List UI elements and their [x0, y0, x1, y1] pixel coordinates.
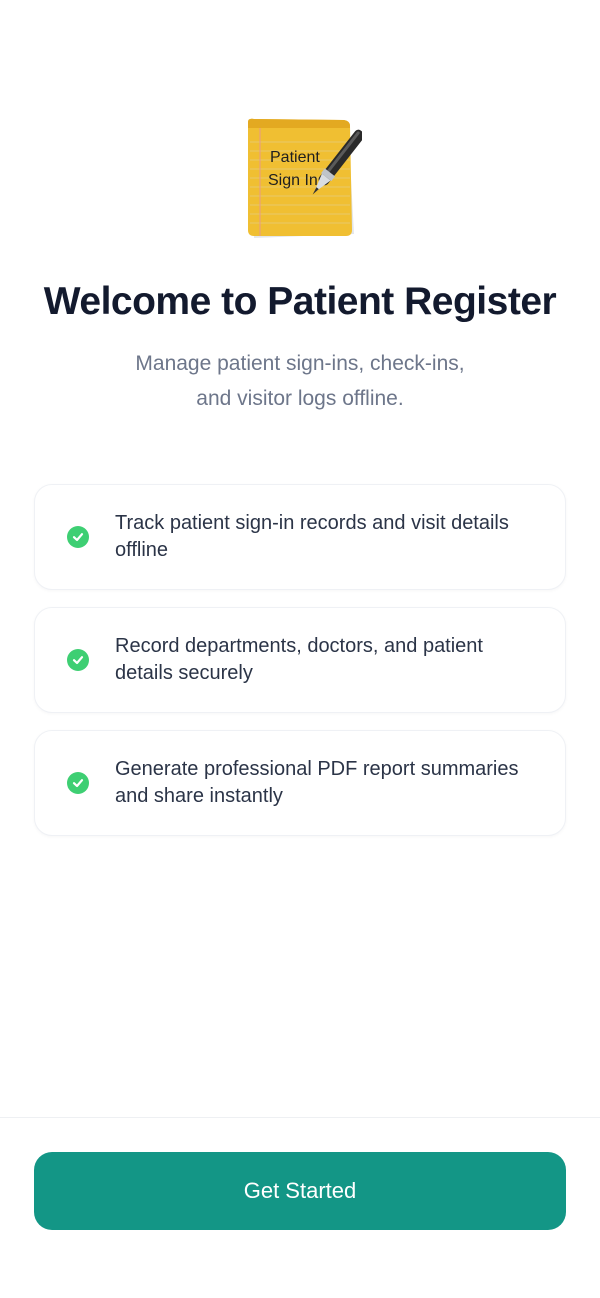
- feature-list: Track patient sign-in records and visit …: [34, 484, 566, 853]
- check-circle-icon: [67, 649, 89, 671]
- feature-text: Track patient sign-in records and visit …: [115, 512, 509, 561]
- check-circle-icon: [67, 772, 89, 794]
- svg-text:Sign In: Sign In: [268, 172, 318, 189]
- get-started-button[interactable]: Get Started: [34, 1152, 566, 1230]
- feature-text: Record departments, doctors, and patient…: [115, 635, 483, 684]
- subtitle-line-2: and visitor logs offline.: [196, 387, 404, 410]
- feature-text: Generate professional PDF report summari…: [115, 758, 519, 807]
- welcome-subtitle: Manage patient sign-ins, check-ins, and …: [90, 346, 510, 416]
- feature-card-offline-records: Track patient sign-in records and visit …: [34, 484, 566, 590]
- welcome-title: Welcome to Patient Register: [43, 280, 557, 323]
- app-logo-icon: Patient Sign In: [244, 118, 362, 242]
- footer-divider: [0, 1117, 600, 1118]
- notepad-pen-icon: Patient Sign In: [248, 118, 362, 238]
- subtitle-line-1: Manage patient sign-ins, check-ins,: [135, 352, 465, 375]
- feature-card-pdf-reports: Generate professional PDF report summari…: [34, 730, 566, 836]
- feature-card-secure-details: Record departments, doctors, and patient…: [34, 607, 566, 713]
- check-circle-icon: [67, 526, 89, 548]
- welcome-screen: Patient Sign In Welcome to Patient Regis…: [0, 0, 600, 1298]
- svg-text:Patient: Patient: [270, 149, 320, 166]
